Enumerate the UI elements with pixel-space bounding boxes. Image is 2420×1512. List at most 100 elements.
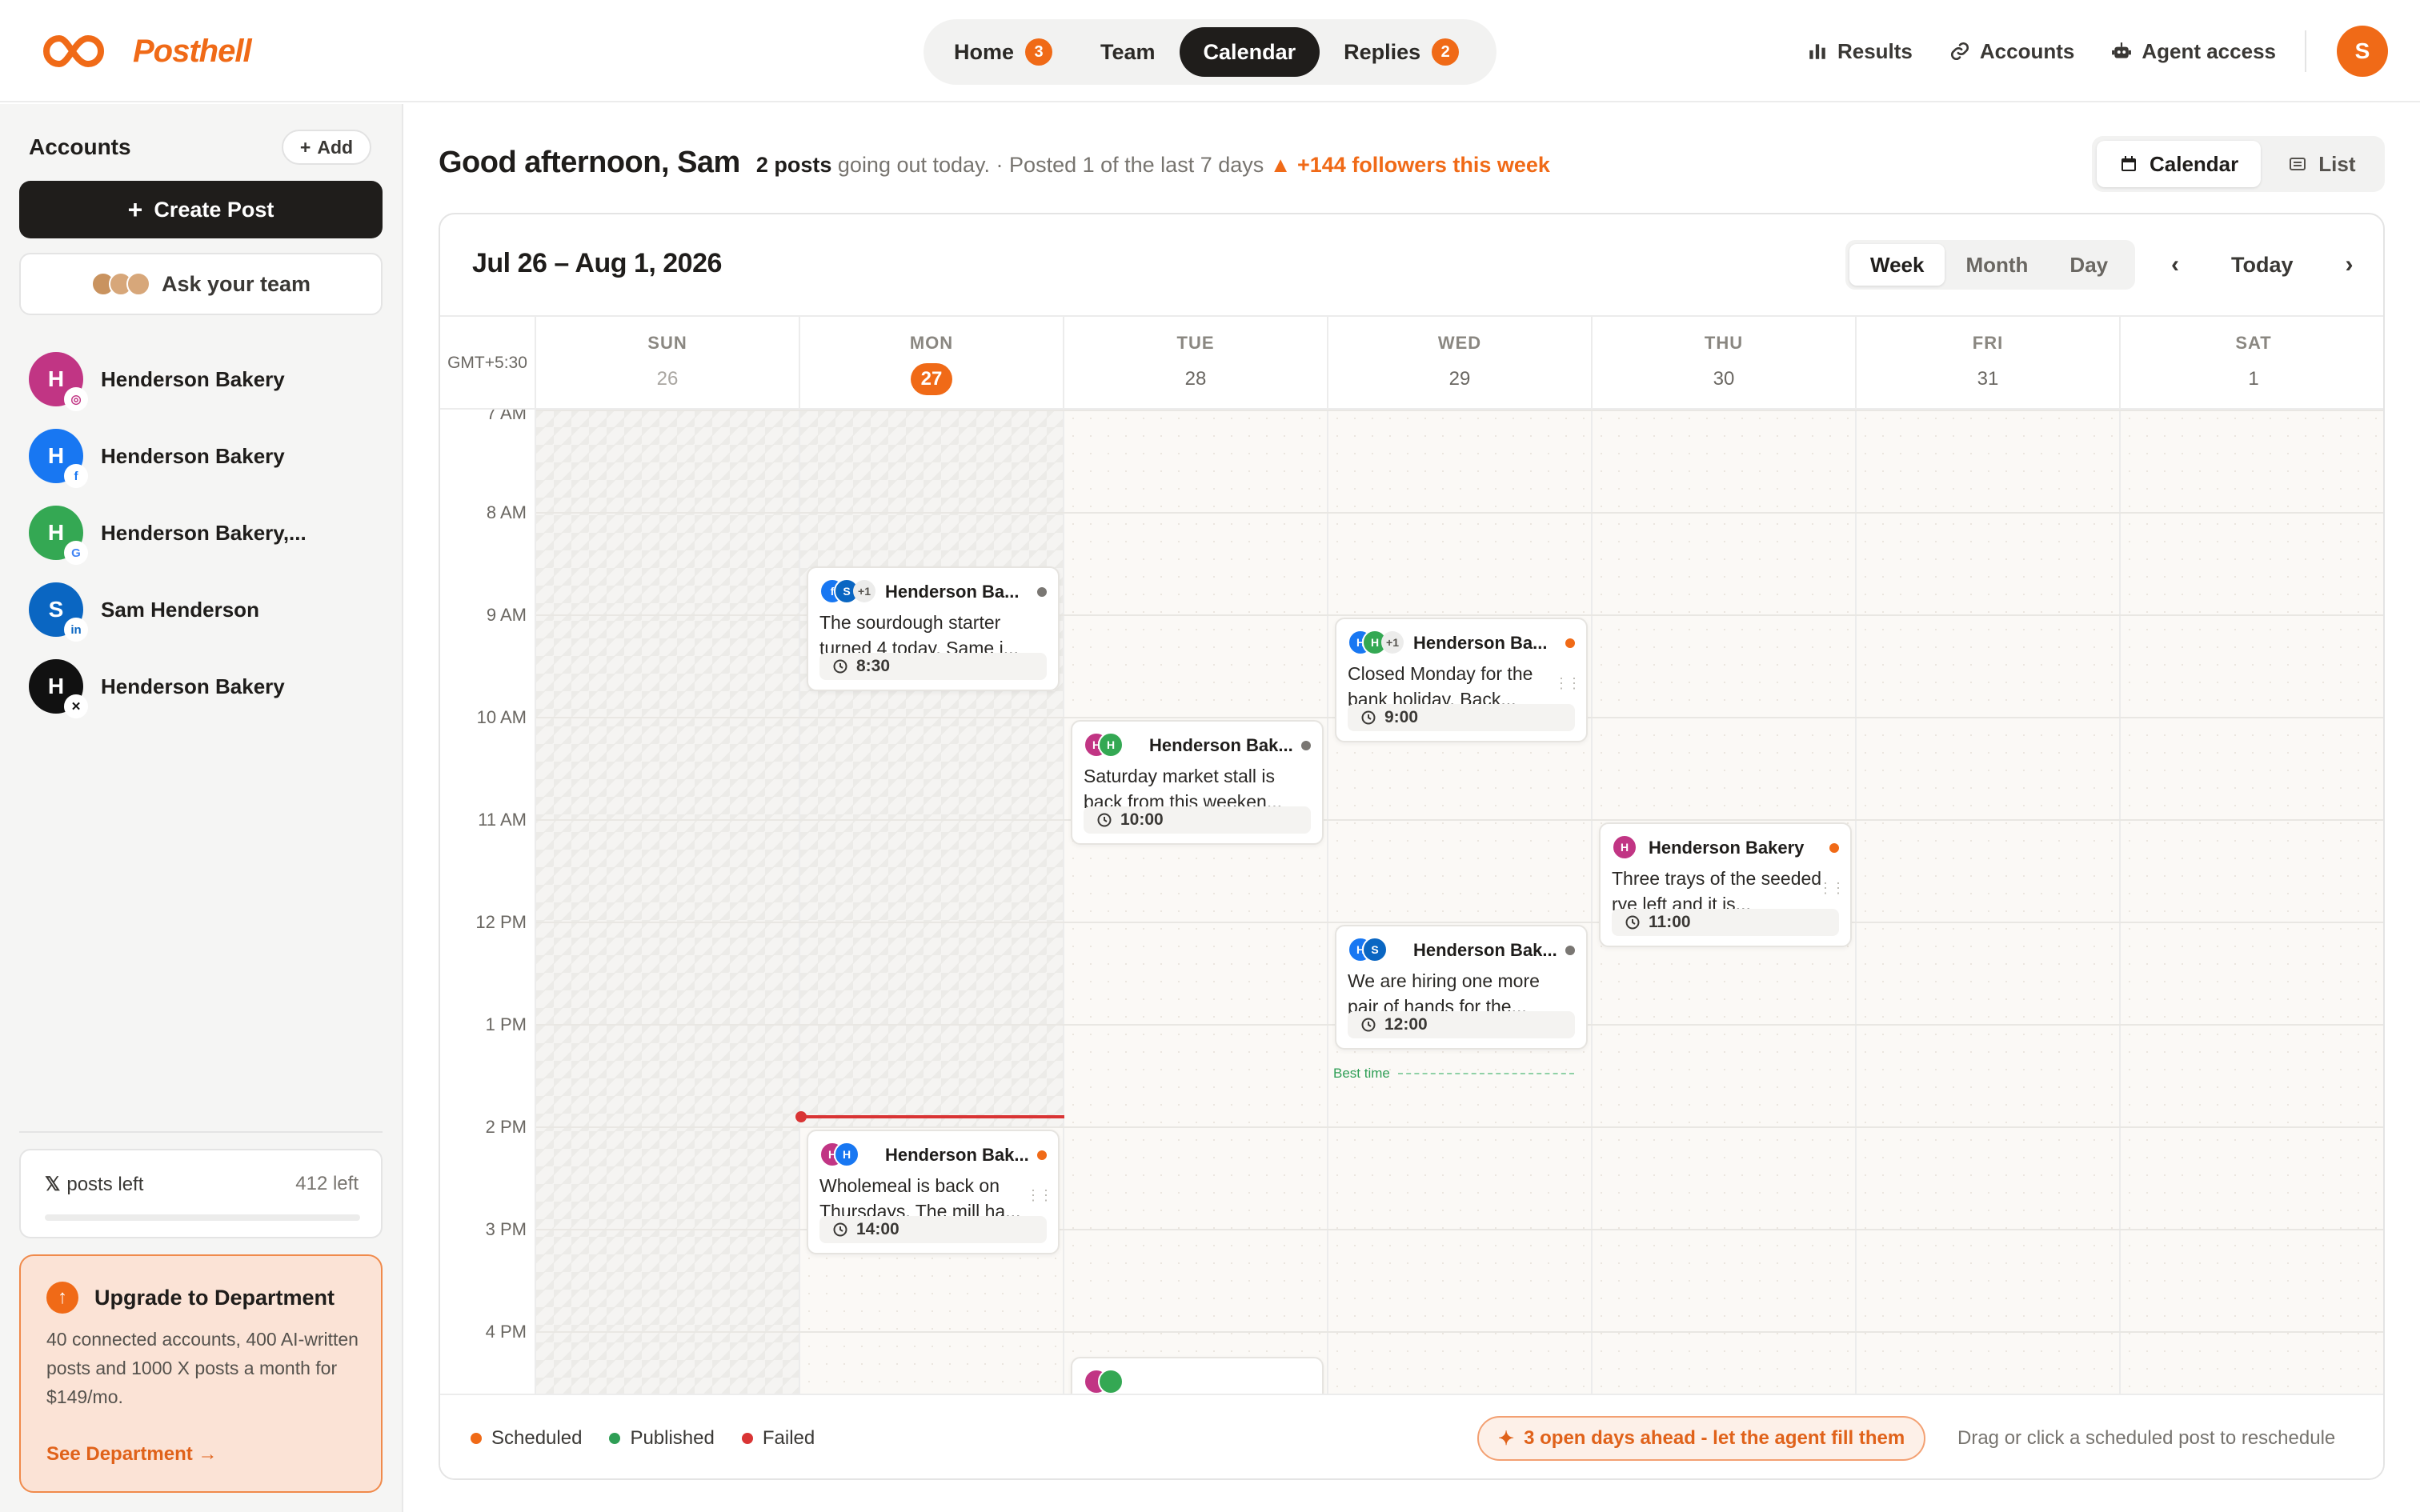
day-column-mon-past[interactable] [800,410,1064,1126]
nav-calendar[interactable]: Calendar [1179,27,1320,77]
avatar: H ◎ [29,352,88,411]
status-dot-published [1037,587,1047,597]
chevron-right-icon[interactable]: › [2330,246,2369,284]
today-button[interactable]: Today [2218,253,2306,278]
post-card[interactable] [1071,1357,1324,1394]
post-header [1084,1368,1311,1394]
account-name: Henderson Bakery [101,366,285,391]
add-account-button[interactable]: + Add [282,130,371,165]
list-icon [2290,158,2306,170]
calendar-card: Jul 26 – Aug 1, 2026 Week Month Day ‹ To… [439,213,2385,1480]
status-dot-published [1565,946,1575,955]
post-time-value: 11:00 [1649,913,1691,931]
day-column-wed[interactable] [1328,410,1593,1394]
day-header-mon[interactable]: MON 27 [800,317,1064,410]
day-column-sat[interactable] [2121,410,2383,1394]
see-department-link[interactable]: See Department → [46,1443,217,1466]
nav-team[interactable]: Team [1076,27,1180,77]
agent-access-link[interactable]: Agent access [2111,39,2276,64]
day-name: TUE [1176,333,1215,353]
calendar-footer: Scheduled Published Failed ✦ 3 open days… [440,1394,2383,1478]
avatar: H G [29,506,88,565]
hour-label: 11 AM [478,810,527,830]
team-avatars [90,272,150,296]
drag-handle-icon[interactable]: ⋮⋮ [1554,675,1581,692]
day-number: 30 [1713,368,1735,390]
legend-label: Failed [762,1427,815,1449]
account-item-linkedin[interactable]: S in Sam Henderson [29,571,381,648]
nav-home[interactable]: Home 3 [930,27,1076,77]
day-header-thu[interactable]: THU 30 [1593,317,1857,410]
account-name: Henderson Bakery,... [101,520,307,545]
post-time: 9:00 [1348,704,1575,731]
post-card[interactable]: H H Henderson Bak... Wholemeal is back o… [807,1130,1060,1254]
day-column-tue[interactable] [1064,410,1328,1394]
list-view-button[interactable]: List [2266,141,2378,187]
post-header: H H +1 Henderson Ba... [1348,629,1575,658]
drag-handle-icon[interactable]: ⋮⋮ [1818,880,1845,897]
day-number: 31 [1977,368,1999,390]
accounts-heading: Accounts [29,134,131,159]
avatar-initial: H [47,520,65,545]
day-column-sun[interactable] [536,410,800,1394]
brand-logo[interactable]: Posthell [38,29,252,74]
post-card[interactable]: H H +1 Henderson Ba... Closed Monday for… [1335,618,1588,742]
month-view-button[interactable]: Month [1945,244,2049,286]
drag-handle-icon[interactable]: ⋮⋮ [1026,1187,1053,1204]
day-header-wed[interactable]: WED 29 [1328,317,1593,410]
account-item-x[interactable]: H ✕ Henderson Bakery [29,648,381,725]
post-card[interactable]: f S +1 Henderson Ba... The sourdough sta… [807,566,1060,691]
post-header: f S +1 Henderson Ba... [819,578,1047,606]
calendar-view-button[interactable]: Calendar [2097,141,2262,187]
accounts-link[interactable]: Accounts [1949,39,2074,64]
hour-label: 7 AM [486,410,527,423]
week-view-button[interactable]: Week [1849,244,1945,286]
results-link[interactable]: Results [1807,39,1913,64]
day-header-sun[interactable]: SUN 26 [536,317,800,410]
hour-line [536,1331,2383,1333]
arrow-up-icon: ↑ [46,1282,78,1314]
day-view-button[interactable]: Day [2049,244,2129,286]
top-divider [2305,30,2306,72]
agent-fill-button[interactable]: ✦ 3 open days ahead - let the agent fill… [1477,1416,1926,1461]
post-header: H S Henderson Bak... [1348,936,1575,965]
post-card[interactable]: H Henderson Bakery Three trays of the se… [1599,822,1852,947]
post-card[interactable]: H S Henderson Bak... We are hiring one m… [1335,925,1588,1050]
account-item-facebook[interactable]: H f Henderson Bakery [29,418,381,494]
hour-line [536,410,2383,411]
google-icon [1098,1369,1124,1394]
day-header-fri[interactable]: FRI 31 [1857,317,2121,410]
create-post-button[interactable]: + Create Post [19,181,383,238]
status-dot-published [1301,741,1311,750]
post-time: 11:00 [1612,909,1839,936]
nav-replies[interactable]: Replies 2 [1320,27,1483,77]
legend-failed: Failed [741,1427,815,1450]
more-accounts-badge: +1 [1381,631,1404,654]
post-avatars: H H [1084,732,1141,759]
user-avatar[interactable]: S [2337,26,2388,77]
account-item-google[interactable]: H G Henderson Bakery,... [29,494,381,571]
post-card[interactable]: H H Henderson Bak... Saturday market sta… [1071,720,1324,845]
chevron-left-icon[interactable]: ‹ [2156,246,2194,284]
view-range-segment: Week Month Day [1845,240,2135,290]
day-header-sat[interactable]: SAT 1 [2121,317,2383,410]
day-name: MON [909,333,954,353]
post-time-value: 10:00 [1120,810,1164,829]
post-account: Henderson Ba... [1413,633,1548,653]
day-column-fri[interactable] [1857,410,2121,1394]
brand-name: Posthell [133,33,252,69]
post-time-value: 8:30 [856,657,891,675]
list-view-label: List [2318,151,2356,176]
account-item-instagram[interactable]: H ◎ Henderson Bakery [29,341,381,418]
hour-label: 4 PM [485,1322,527,1342]
robot-icon [2112,42,2132,58]
hour-label: 1 PM [485,1014,527,1034]
post-header: H H Henderson Bak... [819,1141,1047,1170]
post-time: 12:00 [1348,1011,1575,1038]
status-dot-scheduled [1037,1150,1047,1160]
day-header-tue[interactable]: TUE 28 [1064,317,1328,410]
current-time-line [800,1115,1064,1118]
quota-label-row: 𝕏 posts left [45,1173,143,1196]
post-avatars: H [1612,834,1641,862]
ask-team-button[interactable]: Ask your team [19,253,383,315]
